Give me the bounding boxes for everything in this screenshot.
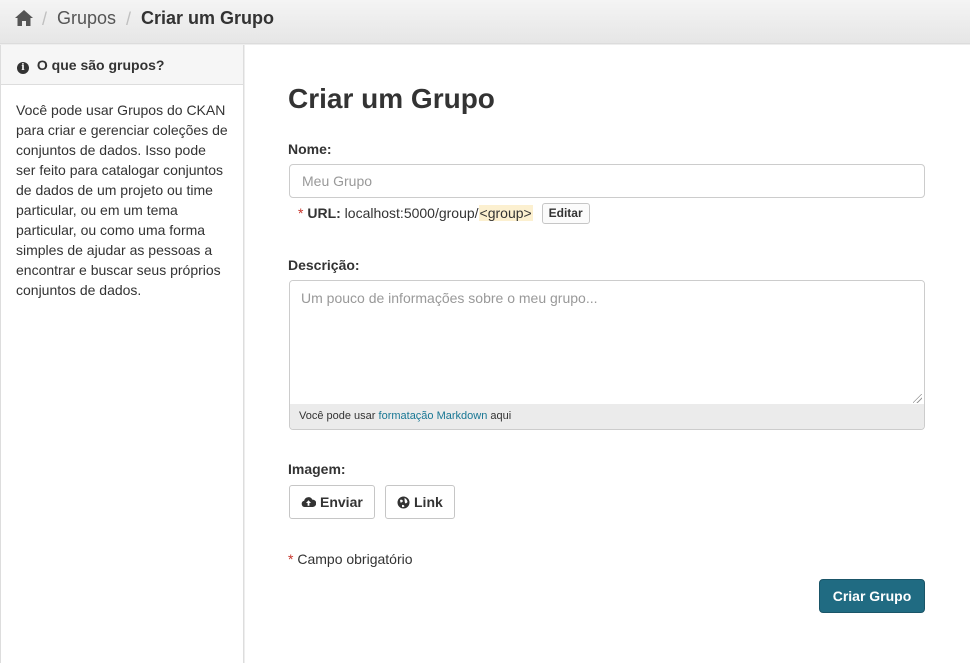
required-note-text: Campo obrigatório bbox=[297, 551, 413, 567]
breadcrumb-separator: / bbox=[126, 9, 132, 29]
main-content: Criar um Grupo Nome: * URL: localhost:50… bbox=[245, 45, 970, 663]
url-prefix: localhost:5000/group/ bbox=[344, 205, 479, 221]
link-image-button[interactable]: Link bbox=[385, 485, 455, 519]
name-label: Nome: bbox=[288, 141, 332, 157]
globe-icon bbox=[397, 496, 410, 508]
markdown-help: Você pode usar formatação Markdown aqui bbox=[290, 404, 924, 429]
upload-image-button[interactable]: Enviar bbox=[289, 485, 375, 519]
resize-handle[interactable] bbox=[913, 394, 922, 403]
markdown-help-suffix: aqui bbox=[487, 410, 512, 422]
breadcrumb-current[interactable]: Criar um Grupo bbox=[141, 8, 274, 29]
breadcrumb-groups-link[interactable]: Grupos bbox=[57, 8, 116, 29]
image-label: Imagem: bbox=[288, 461, 346, 477]
home-icon[interactable] bbox=[14, 9, 34, 29]
url-row: * URL: localhost:5000/group/<group> Edit… bbox=[298, 202, 590, 224]
required-mark: * bbox=[298, 205, 304, 221]
page-title: Criar um Grupo bbox=[288, 83, 495, 114]
description-textarea[interactable] bbox=[290, 281, 924, 405]
required-field-note: * Campo obrigatório bbox=[288, 551, 413, 567]
url-label: URL: bbox=[307, 205, 341, 221]
edit-url-button[interactable]: Editar bbox=[541, 203, 590, 224]
markdown-help-text: Você pode usar bbox=[299, 410, 379, 422]
description-field: Você pode usar formatação Markdown aqui bbox=[289, 280, 925, 430]
sidebar-description: Você pode usar Grupos do CKAN para criar… bbox=[16, 102, 228, 298]
sidebar-heading: i O que são grupos? bbox=[1, 45, 243, 85]
description-label: Descrição: bbox=[288, 257, 360, 273]
info-icon: i bbox=[17, 62, 29, 74]
upload-button-label: Enviar bbox=[320, 494, 363, 510]
link-button-label: Link bbox=[414, 494, 443, 510]
url-slug: <group> bbox=[478, 205, 533, 221]
breadcrumb: / Grupos / Criar um Grupo bbox=[0, 0, 970, 44]
sidebar-heading-text: O que são grupos? bbox=[36, 57, 165, 73]
sidebar: i O que são grupos? Você pode usar Grupo… bbox=[0, 45, 244, 663]
markdown-help-link[interactable]: formatação Markdown bbox=[379, 410, 488, 422]
required-mark: * bbox=[288, 551, 294, 567]
create-group-button[interactable]: Criar Grupo bbox=[819, 579, 925, 613]
name-input[interactable] bbox=[289, 164, 925, 198]
breadcrumb-separator: / bbox=[42, 9, 48, 29]
cloud-upload-icon bbox=[301, 497, 316, 507]
